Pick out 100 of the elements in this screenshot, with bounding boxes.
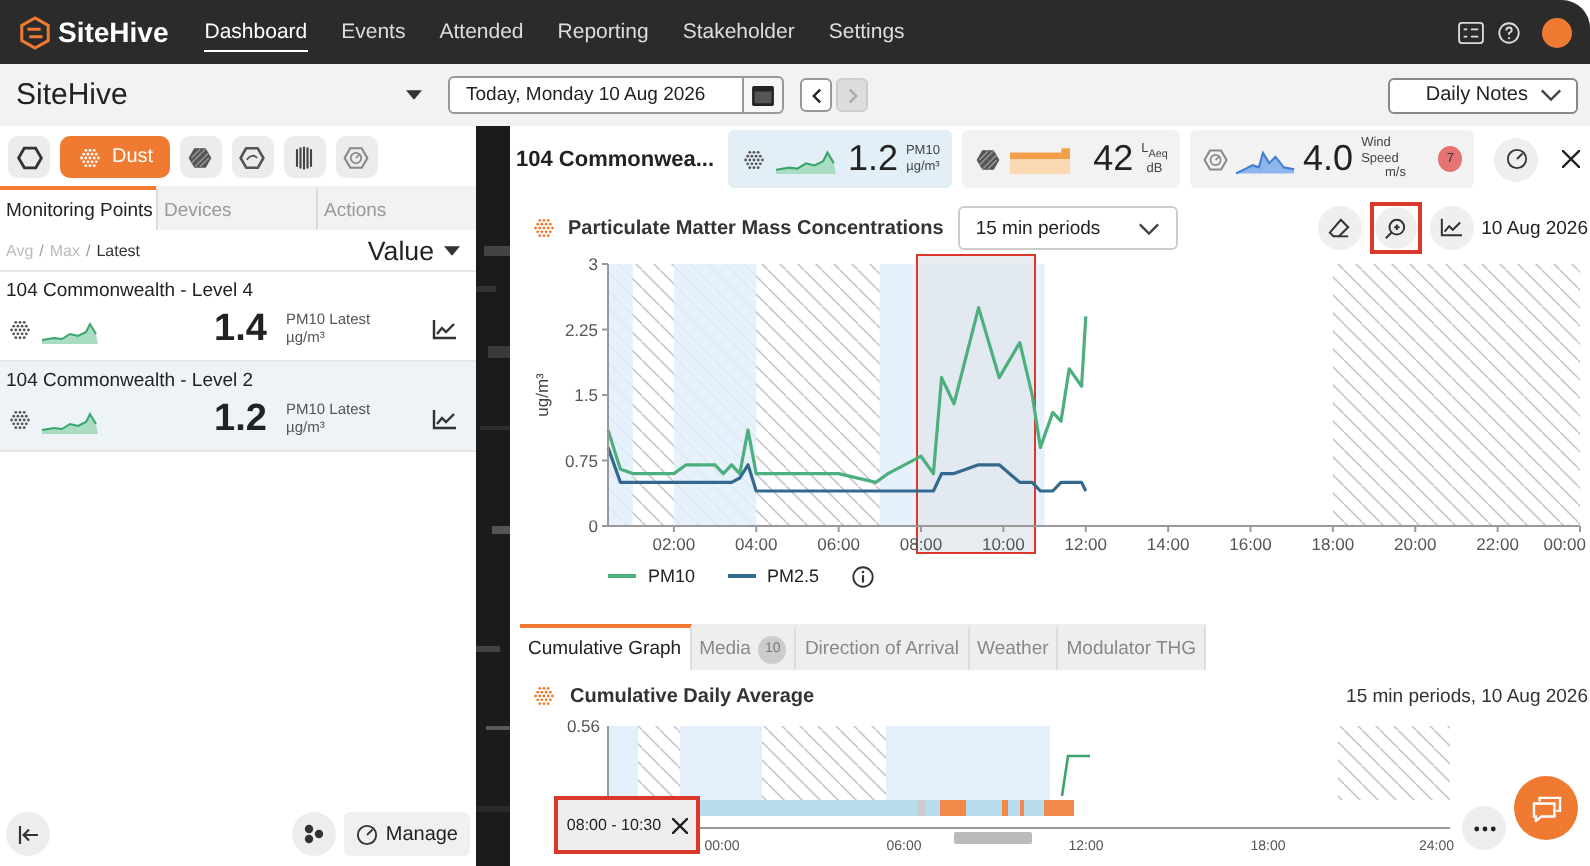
zoom-icon (1384, 217, 1407, 239)
point-name: 104 Commonwealth - Level 4 (6, 280, 256, 302)
dust-icon (530, 682, 558, 710)
gauge-button[interactable] (1494, 137, 1539, 181)
filter-button[interactable] (283, 136, 326, 178)
nav-link[interactable]: Events (341, 13, 406, 51)
chevron-down-icon (1137, 221, 1160, 235)
axis-label: 0 (588, 516, 598, 536)
filter-button[interactable] (8, 136, 50, 178)
daily-notes-dropdown[interactable]: Daily Notes (1387, 77, 1578, 113)
metric-value: 1.2 (847, 138, 898, 180)
separator: / (86, 242, 91, 260)
axis-label: 10:00 (982, 534, 1025, 554)
axis-label: 04:00 (735, 534, 778, 554)
point-value: 1.4 (214, 308, 266, 352)
section-subtitle: 15 min periods, 10 Aug 2026 (1346, 685, 1588, 707)
filter-button[interactable] (179, 136, 222, 178)
close-icon (1561, 150, 1580, 168)
rounded-hexagon-icon (238, 143, 267, 171)
legend-label: PM2.5 (767, 566, 820, 586)
axis-label: 00:00 (1543, 534, 1586, 554)
calendar-button[interactable] (744, 76, 784, 114)
separator: / (39, 242, 44, 260)
section-title: Cumulative Daily Average (570, 685, 815, 707)
chart-date: 10 Aug 2026 (1481, 217, 1588, 239)
collapse-icon (17, 825, 39, 843)
info-icon[interactable] (851, 565, 874, 587)
dust-icon (6, 406, 34, 434)
gauge-hexagon-icon (342, 143, 371, 171)
axis-label: 02:00 (652, 534, 696, 554)
sparkline-drawing (1009, 144, 1070, 174)
hexagon-icon (15, 143, 43, 171)
more-button[interactable] (1462, 806, 1506, 850)
chart-tool-button[interactable] (1369, 202, 1422, 254)
range-chip[interactable]: 08:00 - 10:30 (554, 796, 700, 854)
tab[interactable]: Cumulative Graph (520, 624, 692, 670)
nav-link[interactable]: Attended (439, 13, 524, 51)
chart-tool-button[interactable] (1317, 206, 1362, 250)
metric-value: 4.0 (1303, 138, 1354, 180)
panel-title: 104 Commonwea... (516, 145, 715, 173)
dust-icon (76, 143, 104, 171)
point-value: 1.2 (214, 398, 266, 442)
axis-label: 20:00 (1393, 534, 1437, 554)
caret-icon (444, 246, 460, 256)
line-chart-icon (432, 410, 456, 430)
metric-value: 42 (1093, 138, 1134, 180)
chart-tool-button[interactable] (1429, 206, 1474, 250)
dots-icon (303, 824, 324, 844)
mode-link[interactable]: Latest (96, 242, 141, 260)
hatched-hexagon-icon (973, 145, 1002, 173)
chevron-down-icon (1540, 88, 1562, 102)
axis-label: 06:00 (817, 534, 860, 554)
manage-button[interactable]: Manage (343, 812, 470, 856)
axis-label: 2.25 (564, 319, 598, 340)
sort-dropdown[interactable]: Value (367, 236, 460, 266)
axis-label: 18:00 (1311, 534, 1355, 554)
dust-icon (6, 316, 34, 344)
previous-button[interactable] (800, 78, 832, 112)
calendar-icon (752, 85, 774, 105)
logo-icon (18, 15, 52, 49)
avatar[interactable] (1542, 17, 1572, 47)
help-button[interactable] (1498, 21, 1520, 43)
chevron-right-icon (847, 87, 857, 103)
date-field[interactable]: Today, Monday 10 Aug 2026 (448, 76, 744, 114)
gauge-icon (355, 823, 378, 845)
site-title: SiteHive (16, 78, 130, 112)
chart-title: Particulate Matter Mass Concentrations (568, 217, 944, 239)
close-icon (671, 817, 688, 833)
nav-link[interactable]: Settings (828, 13, 905, 51)
cumulative-line (1060, 754, 1090, 797)
nav-link[interactable]: Stakeholder (682, 13, 795, 51)
nav-link[interactable]: Dashboard (204, 13, 308, 51)
legend-label: PM10 (648, 566, 696, 586)
help-icon (1498, 21, 1520, 43)
collapse-button[interactable] (6, 812, 50, 856)
point-name: 104 Commonwealth - Level 2 (6, 370, 256, 392)
scroll-handle[interactable] (954, 832, 1032, 844)
axis-label: 12:00 (1064, 534, 1108, 554)
axis-title: ug/m³ (532, 373, 552, 417)
caret-icon (406, 90, 422, 100)
axis-label: 0.75 (564, 450, 598, 471)
axis-label: 1.5 (574, 385, 598, 405)
eraser-icon (1328, 217, 1351, 239)
dust-icon (740, 145, 769, 173)
nav-link[interactable]: Reporting (557, 13, 649, 51)
axis-label: 0.56 (566, 716, 600, 736)
period-dropdown[interactable]: 15 min periods (957, 206, 1178, 250)
chevron-left-icon (811, 87, 821, 103)
line-chart-icon (432, 320, 456, 340)
hatched-hexagon-icon (186, 143, 215, 171)
more-icon (1473, 825, 1495, 831)
group-button[interactable] (291, 812, 336, 856)
chat-icon (1531, 795, 1561, 821)
list-button[interactable] (1458, 21, 1484, 43)
filter-button[interactable] (231, 136, 274, 178)
brand-name: SiteHive (58, 16, 169, 48)
dust-icon (530, 214, 558, 242)
axis-label: 16:00 (1229, 534, 1272, 554)
list-icon (1458, 21, 1484, 43)
axis-label: 22:00 (1476, 534, 1519, 554)
